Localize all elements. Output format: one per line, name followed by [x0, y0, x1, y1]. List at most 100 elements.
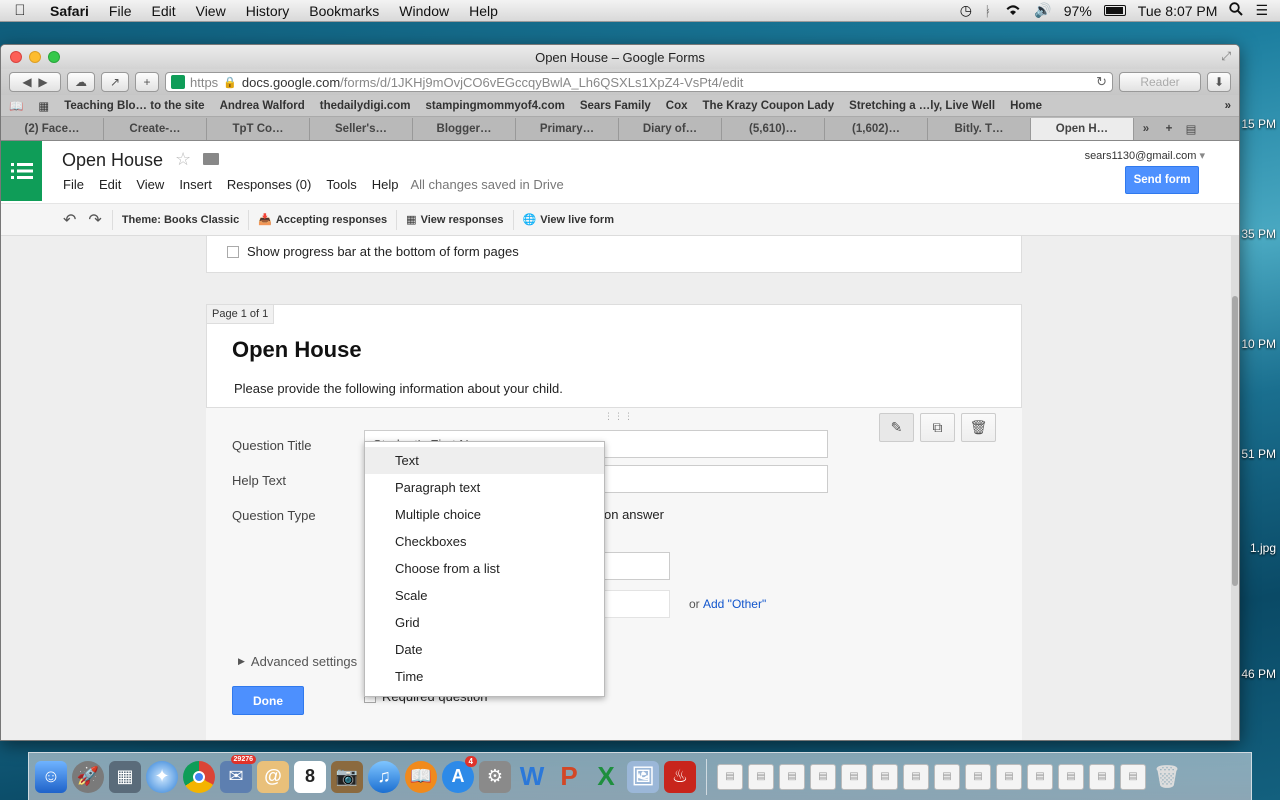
option-input-placeholder[interactable] [604, 590, 670, 618]
pdf-file-icon[interactable]: ▤ [810, 763, 836, 790]
word-icon[interactable]: W [516, 761, 548, 793]
vertical-scrollbar[interactable] [1231, 236, 1239, 740]
edit-question-button[interactable]: ✎ [879, 413, 914, 442]
browser-tab[interactable]: Blogger… [413, 118, 516, 140]
more-tabs-icon[interactable]: » [1134, 118, 1158, 140]
pdf-file-icon[interactable]: ▤ [1089, 763, 1115, 790]
option-input[interactable] [604, 552, 670, 580]
battery-percent[interactable]: 97% [1064, 3, 1092, 19]
doc-menu-responses[interactable]: Responses (0) [227, 177, 312, 192]
duplicate-question-button[interactable]: ⧉ [920, 413, 955, 442]
bookmark-link[interactable]: thedailydigi.com [320, 100, 411, 112]
bookmark-link[interactable]: The Krazy Coupon Lady [703, 100, 835, 112]
reader-button[interactable]: Reader [1119, 72, 1201, 92]
pdf-file-icon[interactable]: ▤ [841, 763, 867, 790]
forms-home-icon[interactable] [1, 141, 42, 201]
type-option-date[interactable]: Date [365, 636, 604, 663]
new-tab-plus-icon[interactable]: + [1158, 118, 1180, 140]
chrome-icon[interactable] [183, 760, 215, 793]
type-option-time[interactable]: Time [365, 663, 604, 690]
tab-overview-icon[interactable]: ▤ [1180, 118, 1202, 140]
docx-file-icon[interactable]: ▤ [717, 763, 743, 790]
scrollbar-thumb[interactable] [1232, 296, 1238, 586]
doc-menu-view[interactable]: View [136, 177, 164, 192]
share-button[interactable]: ↗ [101, 72, 129, 92]
browser-tab[interactable]: Diary of… [619, 118, 722, 140]
word-file-icon[interactable]: ▤ [965, 763, 991, 790]
app-menu[interactable]: Safari [40, 3, 99, 19]
menu-help[interactable]: Help [459, 3, 508, 19]
bookmark-link[interactable]: Sears Family [580, 100, 651, 112]
spotlight-search-icon[interactable] [1229, 2, 1244, 19]
back-forward-buttons[interactable]: ◀ ▶ [9, 72, 61, 92]
browser-tab[interactable]: (5,610)… [722, 118, 825, 140]
forward-icon[interactable]: ▶ [38, 75, 47, 89]
ibooks-icon[interactable]: 📖 [405, 760, 437, 793]
type-option-text[interactable]: Text [365, 447, 604, 474]
bluetooth-icon[interactable]: ᛓ [984, 3, 992, 19]
mail-icon[interactable]: ✉ 29276 [220, 754, 256, 793]
menu-bookmarks[interactable]: Bookmarks [299, 3, 389, 19]
browser-tab[interactable]: (2) Face… [1, 118, 104, 140]
delete-question-button[interactable]: 🗑 [961, 413, 996, 442]
form-title[interactable]: Open House [232, 337, 362, 363]
reload-icon[interactable]: ↻ [1096, 74, 1107, 90]
browser-tab[interactable]: Create-… [104, 118, 207, 140]
browser-tab[interactable]: Bitly. T… [928, 118, 1031, 140]
drag-handle-icon[interactable]: ⋮⋮⋮ [604, 411, 634, 422]
top-sites-icon[interactable]: ▦ [38, 99, 49, 113]
type-option-scale[interactable]: Scale [365, 582, 604, 609]
itunes-icon[interactable]: ♫ [368, 760, 400, 793]
doc-menu-file[interactable]: File [63, 177, 84, 192]
bookmark-link[interactable]: Teaching Blo… to the site [64, 100, 204, 112]
pdf-file-icon[interactable]: ▤ [748, 763, 774, 790]
form-description[interactable]: Please provide the following information… [234, 381, 563, 396]
more-bookmarks-icon[interactable]: » [1225, 100, 1231, 112]
doc-menu-help[interactable]: Help [372, 177, 399, 192]
wifi-icon[interactable] [1004, 3, 1022, 19]
word-file-icon[interactable]: ▤ [1120, 763, 1146, 790]
menu-history[interactable]: History [236, 3, 300, 19]
pdf-file-icon[interactable]: ▤ [872, 763, 898, 790]
redo-icon[interactable]: ↷ [88, 210, 101, 230]
word-file-icon[interactable]: ▤ [903, 763, 929, 790]
star-icon[interactable]: ☆ [175, 149, 191, 170]
bookmark-link[interactable]: Cox [666, 100, 688, 112]
icloud-tabs-button[interactable]: ☁ [67, 72, 95, 92]
account-switcher[interactable]: sears1130@gmail.com ▾ [1085, 149, 1205, 162]
notification-center-icon[interactable]: ☰ [1255, 2, 1268, 19]
send-form-button[interactable]: Send form [1125, 166, 1199, 194]
browser-tab-active[interactable]: Open H… [1031, 118, 1134, 140]
safari-icon[interactable]: ✦ [146, 760, 178, 793]
word-file-icon[interactable]: ▤ [1058, 763, 1084, 790]
menu-edit[interactable]: Edit [141, 3, 185, 19]
word-file-icon[interactable]: ▤ [934, 763, 960, 790]
powerpoint-icon[interactable]: P [553, 761, 585, 793]
pdf-file-icon[interactable]: ▤ [779, 763, 805, 790]
time-machine-icon[interactable]: ◷ [960, 2, 972, 19]
excel-icon[interactable]: X [590, 761, 622, 793]
doc-menu-insert[interactable]: Insert [179, 177, 212, 192]
back-icon[interactable]: ◀ [22, 75, 31, 89]
downloads-button[interactable]: ⬇ [1207, 72, 1231, 92]
view-responses-button[interactable]: ▦ View responses [403, 213, 506, 227]
browser-tab[interactable]: Primary… [516, 118, 619, 140]
contacts-icon[interactable]: @ [257, 760, 289, 793]
menubar-clock[interactable]: Tue 8:07 PM [1138, 3, 1218, 19]
bookmark-link[interactable]: Andrea Walford [220, 100, 305, 112]
accepting-responses-button[interactable]: 📥 Accepting responses [255, 213, 390, 227]
mission-control-icon[interactable]: ▦ [109, 760, 141, 793]
preview-icon[interactable]: 🖼 [627, 760, 659, 793]
done-button[interactable]: Done [232, 686, 304, 715]
browser-tab[interactable]: TpT Co… [207, 118, 310, 140]
acrobat-icon[interactable]: ♨ [664, 760, 696, 793]
progress-bar-checkbox[interactable] [227, 245, 239, 258]
add-other-link[interactable]: Add "Other" [703, 597, 766, 611]
type-option-paragraph[interactable]: Paragraph text [365, 474, 604, 501]
advanced-settings-toggle[interactable]: ▶ Advanced settings [238, 654, 357, 669]
view-live-form-button[interactable]: 🌐 View live form [520, 213, 617, 227]
trash-icon[interactable]: 🗑 [1151, 761, 1183, 793]
folder-icon[interactable] [203, 153, 219, 165]
doc-title[interactable]: Open House [62, 150, 163, 171]
system-preferences-icon[interactable]: ⚙ [479, 760, 511, 793]
